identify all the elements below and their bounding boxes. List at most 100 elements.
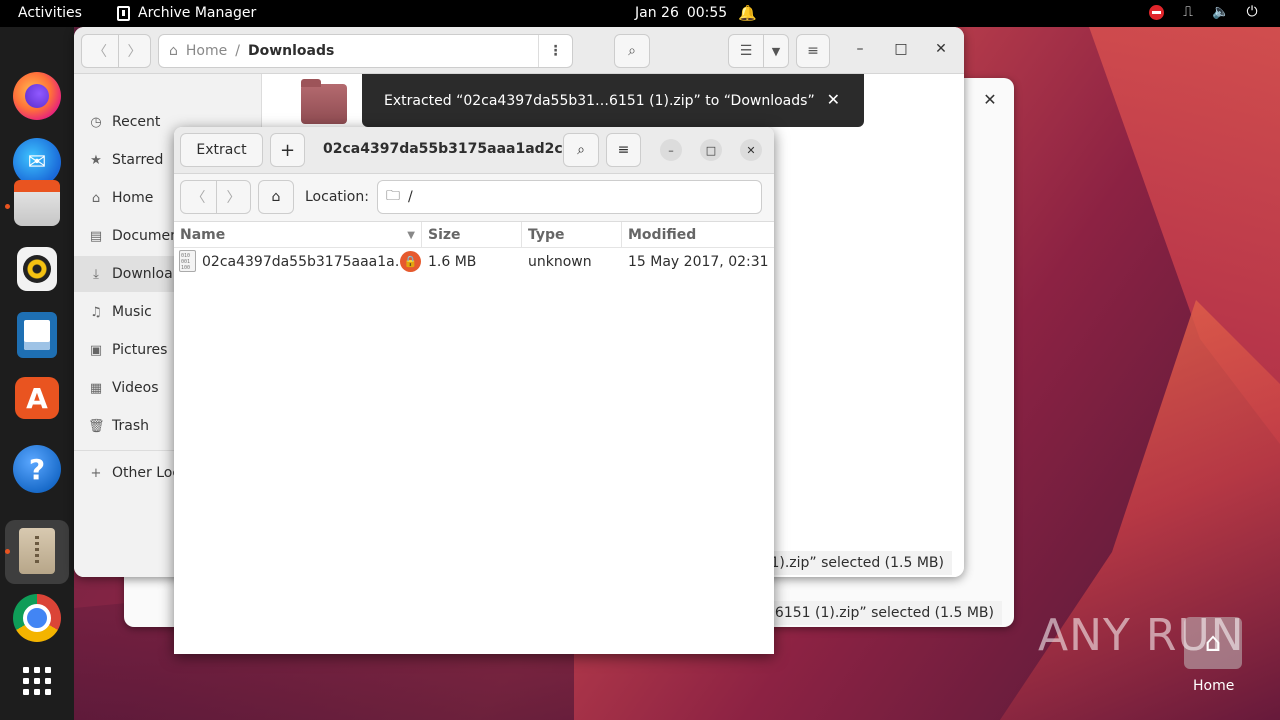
file-name: 02ca4397da55b3175aaa1a… — [202, 253, 398, 270]
notification-toast: Extracted “02ca4397da55b31…6151 (1).zip”… — [362, 74, 864, 127]
back-button[interactable]: 〈 — [81, 34, 119, 68]
column-name-label: Name — [180, 227, 226, 243]
sidebar-item-label: Documen — [112, 228, 180, 244]
breadcrumb[interactable]: ⌂ Home / Downloads ⋮ — [158, 34, 573, 68]
app-center-icon[interactable]: A — [15, 377, 59, 419]
picture-icon: ▣ — [89, 342, 103, 358]
selection-status: 2f66151 (1).zip” selected (1.5 MB) — [744, 601, 1002, 625]
trash-icon: 🗑 — [88, 418, 105, 434]
download-icon: ⤓ — [93, 266, 99, 282]
column-size[interactable]: Size — [422, 222, 522, 248]
location-label: Location: — [305, 189, 369, 205]
maximize-icon[interactable]: □ — [700, 139, 722, 161]
forward-button[interactable]: 〉 — [118, 34, 151, 68]
minimize-icon[interactable]: – — [850, 41, 870, 61]
close-icon[interactable]: ✕ — [980, 90, 1000, 110]
clock[interactable]: Jan 26 00:55 — [635, 5, 727, 21]
forward-button[interactable]: 〉 — [216, 180, 251, 214]
location-bar: 〈 〉 ⌂ Location: 🗀 / — [174, 174, 774, 222]
column-type[interactable]: Type — [522, 222, 622, 248]
breadcrumb-home[interactable]: Home — [186, 43, 227, 59]
firefox-icon[interactable] — [13, 72, 61, 120]
search-button[interactable]: ⌕ — [563, 133, 599, 167]
column-modified[interactable]: Modified — [622, 222, 774, 248]
location-field[interactable]: 🗀 / — [377, 180, 762, 214]
path-menu-icon[interactable]: ⋮ — [538, 35, 572, 67]
file-type: unknown — [528, 253, 592, 270]
close-icon[interactable]: ✕ — [931, 41, 951, 61]
app-name: Archive Manager — [138, 5, 257, 21]
archive-icon — [117, 5, 130, 21]
chevron-down-icon: ▼ — [771, 44, 781, 58]
binary-file-icon: 010 001 100 — [179, 250, 196, 272]
sidebar-item-label: Trash — [112, 418, 149, 434]
show-apps-icon[interactable] — [13, 657, 61, 705]
thunderbird-icon[interactable] — [13, 138, 61, 186]
search-icon: ⌕ — [577, 142, 585, 158]
top-bar: Activities Archive Manager Jan 26 00:55 … — [0, 0, 1280, 27]
home-icon: ⌂ — [91, 190, 101, 206]
minimize-icon[interactable]: – — [660, 139, 682, 161]
running-indicator — [5, 204, 10, 209]
close-icon[interactable]: ✕ — [827, 90, 840, 109]
hamburger-icon: ≡ — [617, 142, 630, 158]
file-size: 1.6 MB — [428, 253, 477, 270]
clock-date: Jan 26 — [635, 5, 679, 21]
desktop-home-label: Home — [1193, 678, 1235, 694]
toast-message: Extracted “02ca4397da55b31…6151 (1).zip”… — [384, 92, 815, 109]
search-button[interactable]: ⌕ — [614, 34, 650, 68]
sidebar-item-label: Recent — [112, 114, 161, 130]
breadcrumb-current[interactable]: Downloads — [248, 43, 334, 59]
sidebar-item-label: Music — [112, 304, 152, 320]
table-row[interactable]: 010 001 100 02ca4397da55b3175aaa1a… 🔒 1.… — [174, 248, 774, 275]
main-menu-button[interactable]: ≡ — [606, 133, 641, 167]
back-button[interactable]: 〈 — [180, 180, 217, 214]
column-header: Name ▼ Size Type Modified — [174, 222, 774, 248]
file-modified: 15 May 2017, 02:31 — [628, 253, 769, 270]
add-files-button[interactable]: + — [270, 133, 305, 167]
list-view-icon: ☰ — [739, 43, 753, 59]
header-bar: Extract + 02ca4397da55b3175aaa1ad2c… ⌕ ≡… — [174, 127, 774, 174]
bell-icon: 🔔 — [738, 4, 757, 22]
hamburger-icon: ≡ — [807, 43, 819, 59]
location-value: / — [408, 189, 413, 205]
main-menu-button[interactable]: ≡ — [796, 34, 830, 68]
folder-icon[interactable] — [301, 79, 347, 124]
running-indicator — [5, 549, 10, 554]
help-icon[interactable]: ? — [13, 445, 61, 493]
maximize-icon[interactable]: □ — [891, 41, 911, 61]
folder-outline-icon: 🗀 — [386, 188, 400, 204]
sidebar-item-label: Pictures — [112, 342, 168, 358]
view-list-button[interactable]: ☰ — [728, 34, 764, 68]
star-icon: ★ — [90, 152, 102, 168]
column-type-label: Type — [528, 227, 565, 243]
selection-status: 1 (1).zip” selected (1.5 MB) — [743, 551, 952, 575]
clock-time: 00:55 — [686, 5, 728, 21]
extract-button[interactable]: Extract — [180, 133, 263, 167]
network-icon: ⎍ — [1183, 4, 1193, 20]
rhythmbox-icon[interactable] — [17, 247, 57, 291]
video-icon: ▦ — [89, 380, 103, 396]
power-icon: ⏻ — [1246, 4, 1258, 20]
activities-button[interactable]: Activities — [18, 5, 82, 21]
archive-manager-window[interactable]: Extract + 02ca4397da55b3175aaa1ad2c… ⌕ ≡… — [174, 127, 774, 654]
archive-manager-icon[interactable] — [19, 528, 55, 574]
watermark-text: ANY RUN — [1038, 610, 1245, 661]
writer-icon[interactable] — [17, 312, 57, 358]
window-title: 02ca4397da55b3175aaa1ad2c… — [323, 141, 577, 157]
sidebar-item-label: Other Loc — [112, 465, 181, 481]
lock-icon: 🔒 — [400, 251, 421, 272]
chrome-icon[interactable] — [13, 594, 61, 642]
home-button[interactable]: ⌂ — [258, 180, 294, 214]
dock: A ? — [0, 27, 74, 720]
app-menu[interactable]: Archive Manager — [117, 5, 256, 21]
column-name[interactable]: Name ▼ — [174, 222, 422, 248]
breadcrumb-separator: / — [235, 43, 240, 59]
view-options-button[interactable]: ▼ — [763, 34, 789, 68]
close-icon[interactable]: ✕ — [740, 139, 762, 161]
system-tray[interactable]: ⎍ 🔈 ⏻ — [1149, 4, 1260, 20]
header-bar: 〈 〉 ⌂ Home / Downloads ⋮ ⌕ ☰ ▼ ≡ – □ ✕ — [74, 27, 964, 74]
chevron-down-icon: ▼ — [407, 229, 415, 241]
volume-icon: 🔈 — [1212, 4, 1230, 20]
files-icon[interactable] — [14, 180, 60, 226]
